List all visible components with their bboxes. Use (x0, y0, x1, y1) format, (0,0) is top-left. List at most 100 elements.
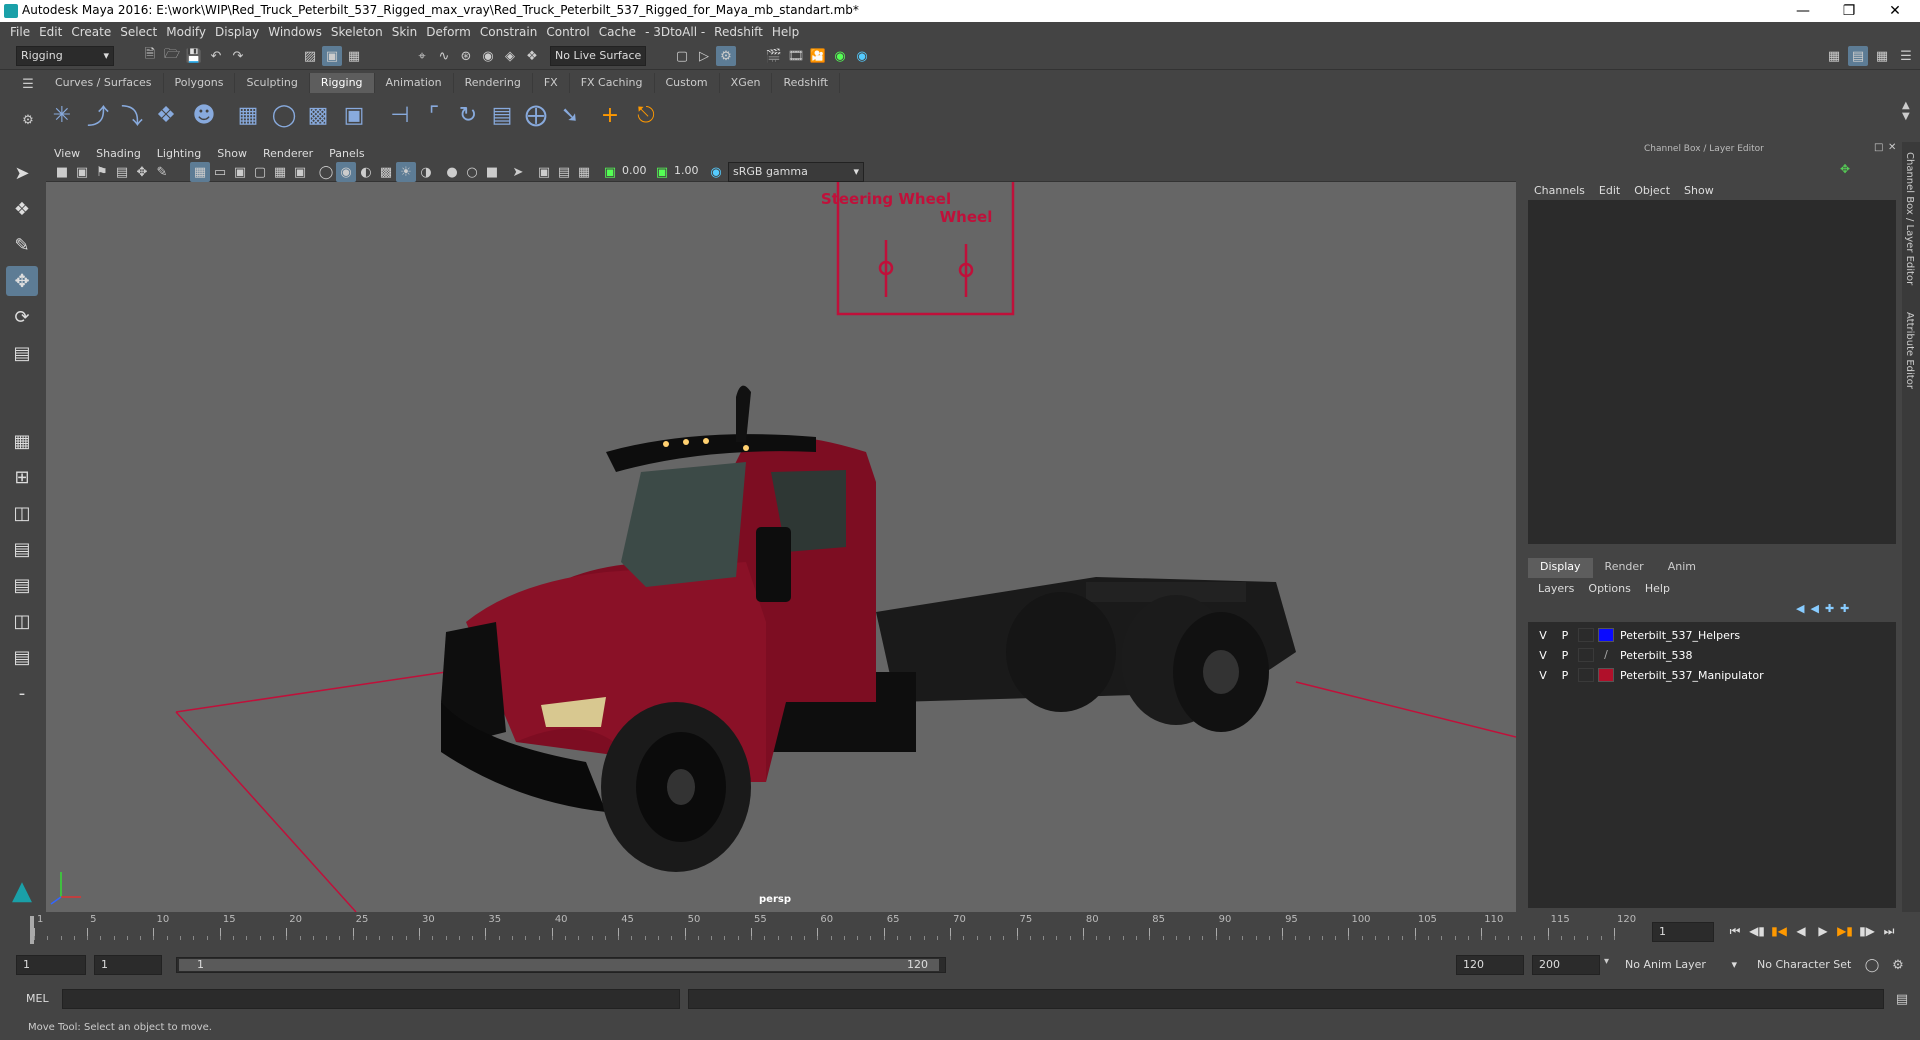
playback-end-field[interactable]: 120 (1456, 955, 1524, 975)
snap-grid-icon[interactable]: ⌖ (412, 46, 432, 66)
redo-icon[interactable]: ↷ (228, 46, 248, 66)
time-slider-track[interactable]: 1 5 10 15 20 25 30 35 40 45 50 55 60 65 70 75 80 85 90 95 10… (30, 912, 1636, 946)
live-surface-field[interactable]: No Live Surface (550, 46, 646, 66)
layer-name[interactable]: Peterbilt_537_Manipulator (1620, 669, 1764, 682)
bookmark-icon[interactable]: ⚑ (92, 162, 112, 182)
end-time-field[interactable]: 200 (1532, 955, 1600, 975)
ik-handle-icon[interactable]: ⤴ (84, 100, 112, 130)
layer-visibility-toggle[interactable]: V (1532, 649, 1554, 662)
ipr-render-icon[interactable]: 🎦 (808, 46, 828, 66)
snap-surface-icon[interactable]: ◈ (500, 46, 520, 66)
character-set-dropdown[interactable]: No Character Set (1752, 955, 1862, 975)
channel-box-axis-icon[interactable]: ✥ (1840, 162, 1850, 176)
cluster-icon[interactable]: ▣ (340, 100, 368, 130)
start-time-field[interactable]: 1 (16, 955, 86, 975)
tool-settings-icon[interactable]: ▦ (1872, 46, 1892, 66)
menu-edit[interactable]: Edit (39, 25, 71, 39)
menu-redshift[interactable]: Redshift (714, 25, 772, 39)
xray-components-icon[interactable]: ▦ (574, 162, 594, 182)
layer-playback-toggle[interactable]: P (1554, 649, 1576, 662)
close-icon[interactable]: ✕ (1872, 0, 1918, 22)
script-editor-icon[interactable]: ▤ (1892, 989, 1912, 1009)
xray-joints-icon[interactable]: ▤ (554, 162, 574, 182)
layer-no-color-icon[interactable]: ∕ (1598, 648, 1614, 662)
shelf-settings-icon[interactable]: ⚙ (18, 110, 38, 130)
dope-sheet-layout-icon[interactable]: ▤ (6, 642, 38, 672)
camera-attributes-icon[interactable]: ▣ (72, 162, 92, 182)
shelf-tab-curves[interactable]: Curves / Surfaces (44, 73, 164, 93)
layer-display-type[interactable] (1578, 668, 1594, 682)
menu-constrain[interactable]: Constrain (480, 25, 547, 39)
panel-float-icon[interactable]: □ (1874, 142, 1883, 153)
vp-menu-view[interactable]: View (54, 147, 80, 160)
select-hierarchy-icon[interactable]: ▨ (300, 46, 320, 66)
lattice-icon[interactable]: ▩ (304, 100, 332, 130)
save-scene-icon[interactable]: 💾 (184, 46, 204, 66)
step-back-key-icon[interactable]: ▮◀ (1770, 922, 1788, 940)
cb-menu-show[interactable]: Show (1684, 184, 1714, 197)
cb-menu-channels[interactable]: Channels (1534, 184, 1585, 197)
smooth-shade-icon[interactable]: ◉ (336, 162, 356, 182)
wireframe-icon[interactable]: ◯ (316, 162, 336, 182)
ambient-occlusion-icon[interactable]: ● (442, 162, 462, 182)
vp-menu-lighting[interactable]: Lighting (157, 147, 201, 160)
attribute-editor-icon[interactable]: ☰ (1896, 46, 1916, 66)
shelf-menu-icon[interactable]: ☰ (18, 74, 38, 94)
vp-menu-show[interactable]: Show (217, 147, 247, 160)
restore-icon[interactable]: ❐ (1826, 0, 1872, 22)
layer-visibility-toggle[interactable]: V (1532, 669, 1554, 682)
layer-menu-layers[interactable]: Layers (1538, 582, 1574, 595)
new-layer-icon[interactable]: ✚ (1825, 602, 1834, 615)
persp-outliner-icon[interactable]: ◫ (6, 498, 38, 528)
anim-layer-chevron-icon[interactable]: ▾ (1604, 956, 1609, 967)
mel-label[interactable]: MEL (26, 992, 49, 1005)
layer-playback-toggle[interactable]: P (1554, 629, 1576, 642)
menu-cache[interactable]: Cache (599, 25, 645, 39)
side-tab-channel-box[interactable]: Channel Box / Layer Editor (1904, 152, 1915, 285)
select-tool-icon[interactable]: ➤ (6, 158, 38, 188)
pole-vector-icon[interactable]: ➘ (556, 100, 584, 130)
menu-windows[interactable]: Windows (268, 25, 331, 39)
step-back-icon[interactable]: ◀▮ (1748, 922, 1766, 940)
shelf-tab-sculpting[interactable]: Sculpting (235, 73, 310, 93)
new-layer-selected-icon[interactable]: ✚ (1840, 602, 1849, 615)
menu-file[interactable]: File (10, 25, 39, 39)
range-slider[interactable]: 1 120 (176, 957, 946, 973)
orient-constraint-icon[interactable]: ↻ (454, 100, 482, 130)
human-ik-icon[interactable]: ☻ (190, 100, 218, 130)
shelf-tab-custom[interactable]: Custom (655, 73, 720, 93)
perspective-viewport[interactable]: Steering Wheel Wheel persp (46, 182, 1516, 912)
toggle-workspace-icon[interactable]: ▦ (1824, 46, 1844, 66)
play-forward-icon[interactable]: ▶ (1814, 922, 1832, 940)
rear-wheel-left[interactable] (1006, 592, 1116, 712)
safe-action-icon[interactable]: ▣ (290, 162, 310, 182)
render-frame-icon[interactable]: 🎞 (786, 46, 806, 66)
undo-icon[interactable]: ↶ (206, 46, 226, 66)
bind-skin-icon[interactable]: ▦ (234, 100, 262, 130)
persp-graph-icon[interactable]: ▤ (6, 534, 38, 564)
move-tool-icon[interactable]: ✥ (6, 266, 38, 296)
shelf-tab-animation[interactable]: Animation (375, 73, 454, 93)
menu-modify[interactable]: Modify (166, 25, 215, 39)
more-layouts-icon[interactable]: - (6, 678, 38, 708)
scale-tool-icon[interactable]: ▤ (6, 338, 38, 368)
redshift-render-icon[interactable]: ◉ (852, 46, 872, 66)
parent-constraint-icon[interactable]: ⊣ (386, 100, 414, 130)
vp-menu-renderer[interactable]: Renderer (263, 147, 313, 160)
use-all-lights-icon[interactable]: ☀ (396, 162, 416, 182)
layer-tab-display[interactable]: Display (1528, 558, 1593, 578)
layer-playback-toggle[interactable]: P (1554, 669, 1576, 682)
shelf-tab-polygons[interactable]: Polygons (164, 73, 236, 93)
layer-move-down-icon[interactable]: ◀ (1810, 602, 1818, 615)
shelf-tab-xgen[interactable]: XGen (720, 73, 773, 93)
input-output-icon[interactable]: ▷ (694, 46, 714, 66)
menu-display[interactable]: Display (215, 25, 268, 39)
snap-curve-icon[interactable]: ∿ (434, 46, 454, 66)
locator-icon[interactable]: + (596, 100, 624, 130)
shadows-icon[interactable]: ◑ (416, 162, 436, 182)
menu-skin[interactable]: Skin (392, 25, 427, 39)
layer-tab-anim[interactable]: Anim (1656, 558, 1708, 578)
scale-constraint-icon[interactable]: ▤ (488, 100, 516, 130)
single-perspective-icon[interactable]: ▦ (6, 426, 38, 456)
new-scene-icon[interactable]: 🗎 (140, 46, 160, 66)
